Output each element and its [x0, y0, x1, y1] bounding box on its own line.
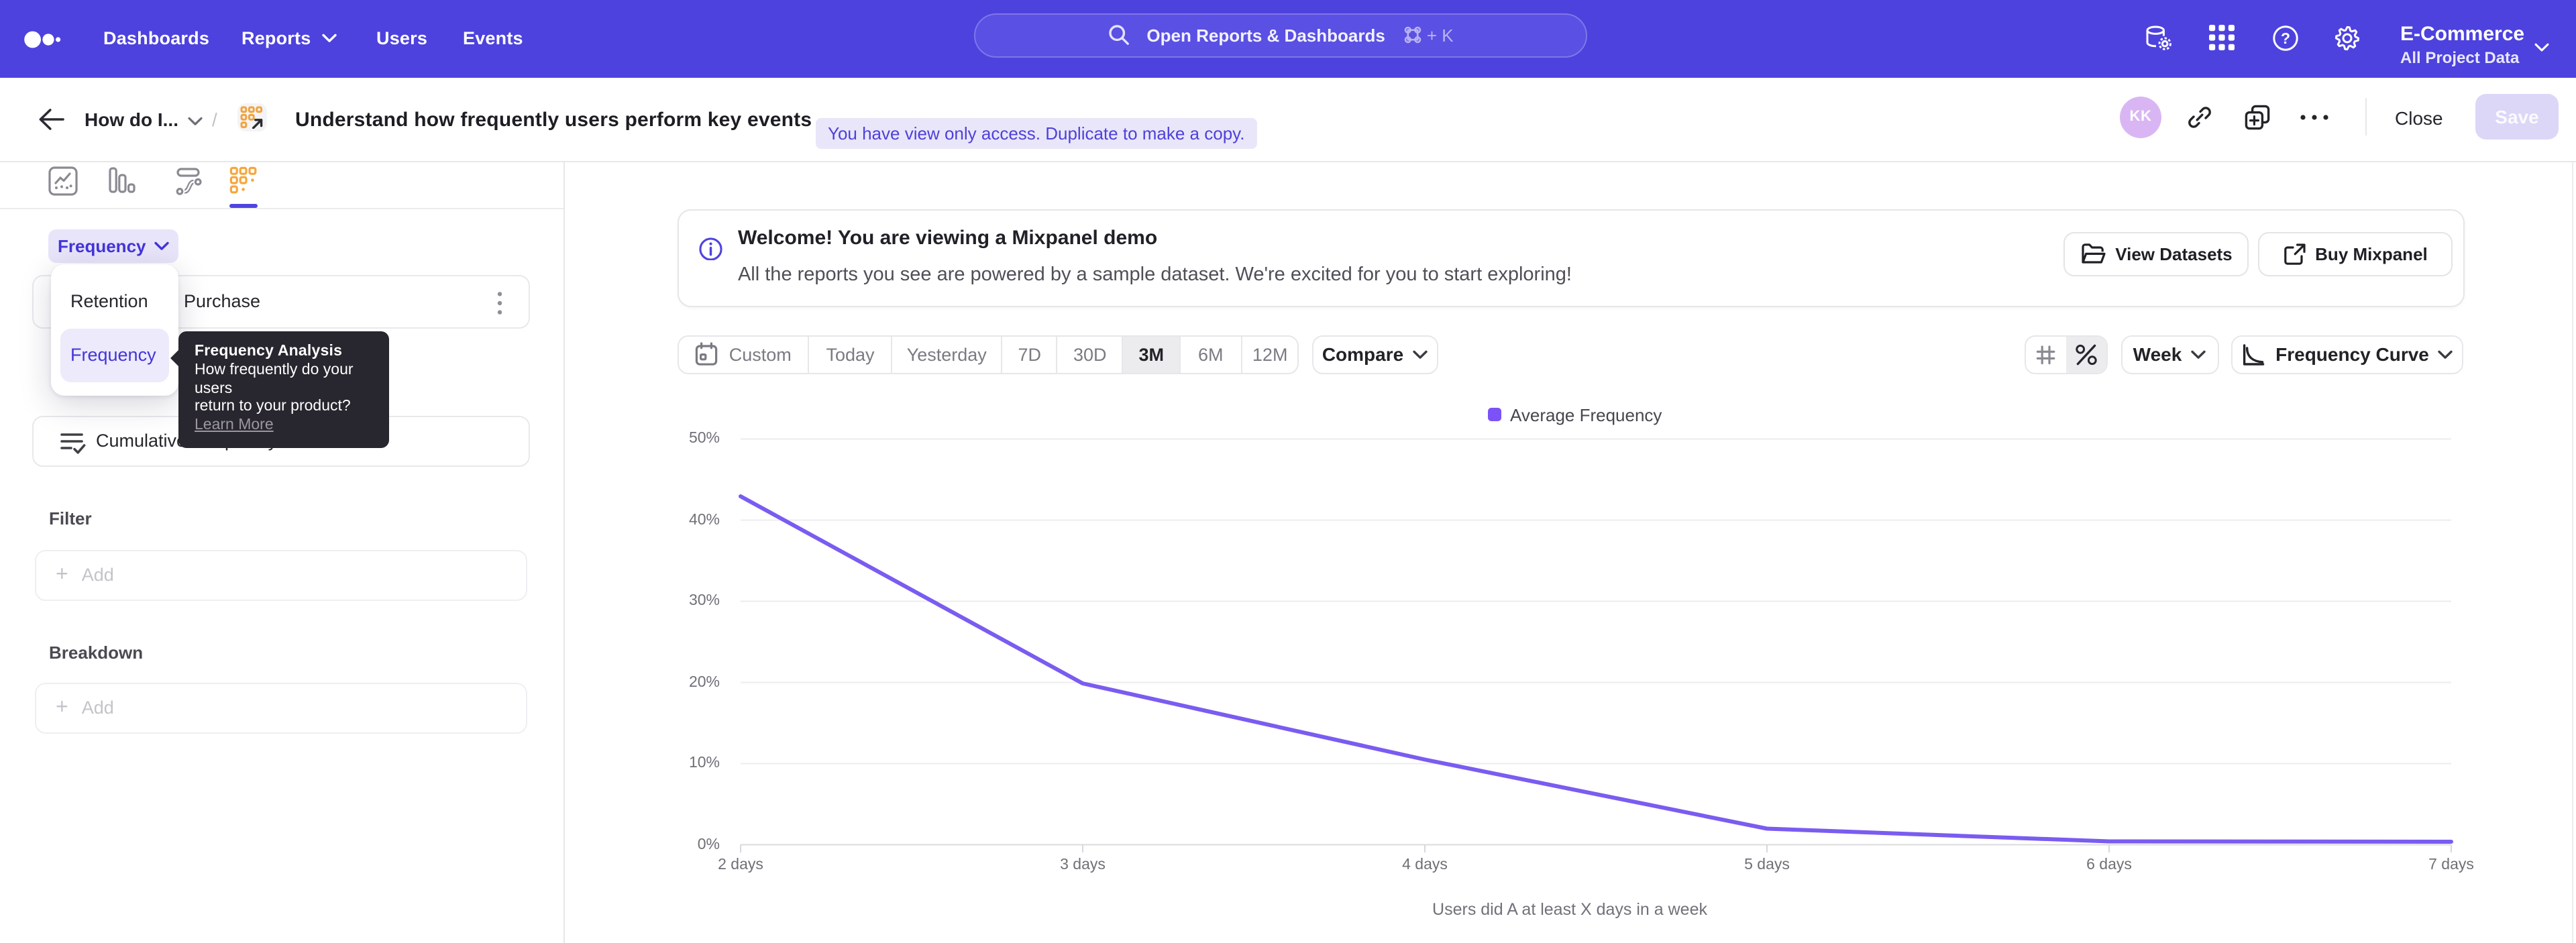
svg-text:?: ? [2280, 30, 2290, 47]
